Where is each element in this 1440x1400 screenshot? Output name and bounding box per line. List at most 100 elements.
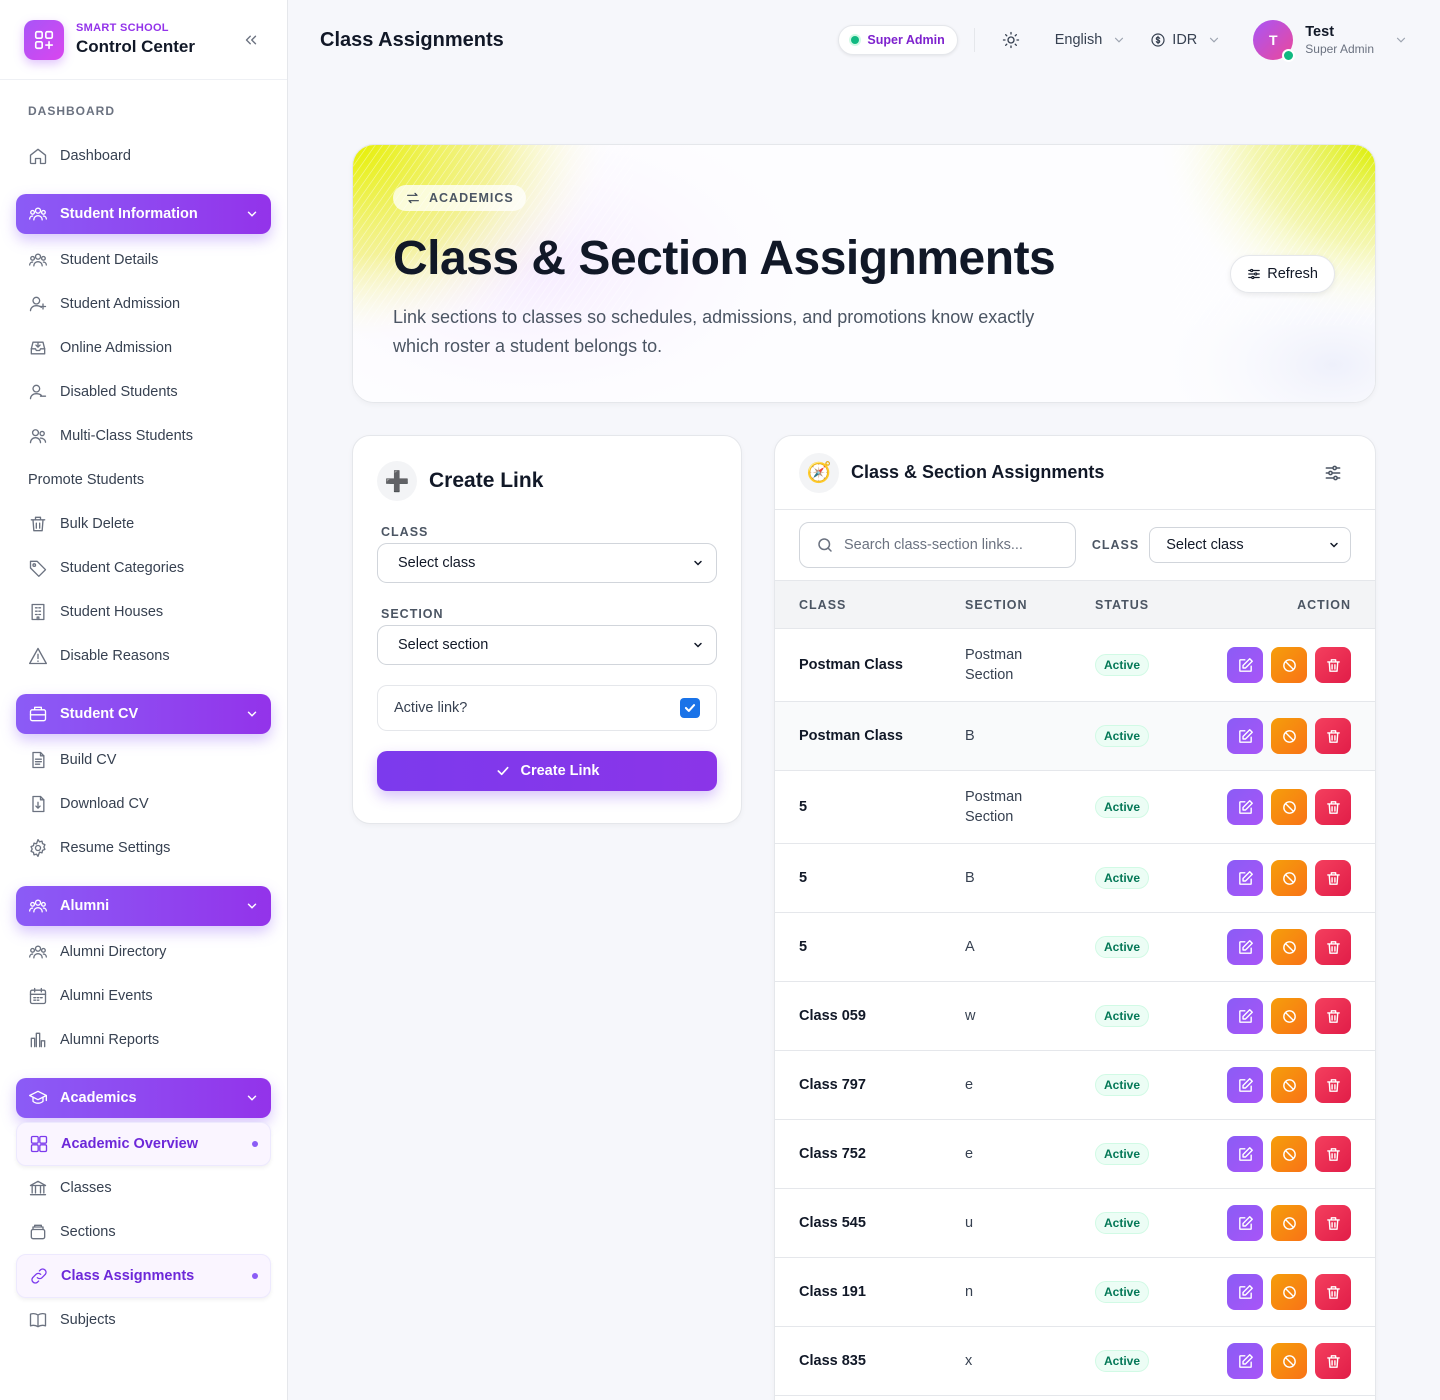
hero-title: Class & Section Assignments: [393, 232, 1056, 285]
sidebar-item-student-houses[interactable]: Student Houses: [16, 590, 271, 634]
edit-button[interactable]: [1227, 929, 1263, 965]
sidebar-item-bulk-delete[interactable]: Bulk Delete: [16, 502, 271, 546]
delete-button[interactable]: [1315, 718, 1351, 754]
sidebar-item-multi-class-students[interactable]: Multi-Class Students: [16, 414, 271, 458]
edit-button[interactable]: [1227, 1067, 1263, 1103]
edit-icon: [1238, 1215, 1253, 1230]
delete-button[interactable]: [1315, 647, 1351, 683]
user-menu[interactable]: T Test Super Admin: [1253, 20, 1408, 62]
column-header-section[interactable]: SECTION: [965, 598, 1095, 612]
sidebar-item-student-details[interactable]: Student Details: [16, 238, 271, 282]
sidebar-item-build-cv[interactable]: Build CV: [16, 738, 271, 782]
delete-button[interactable]: [1315, 860, 1351, 896]
sidebar-item-alumni-directory[interactable]: Alumni Directory: [16, 930, 271, 974]
delete-button[interactable]: [1315, 1274, 1351, 1310]
sidebar-item-online-admission[interactable]: Online Admission: [16, 326, 271, 370]
class-filter-select[interactable]: Select class: [1149, 527, 1351, 563]
table-row: Class 545 u Active: [775, 1189, 1375, 1258]
sidebar-item-label: Alumni Directory: [60, 944, 167, 960]
sidebar-group-student-information[interactable]: Student Information: [16, 194, 271, 234]
warning-icon: [29, 647, 47, 665]
sidebar-item-subjects[interactable]: Subjects: [16, 1298, 271, 1342]
sidebar-item-alumni-reports[interactable]: Alumni Reports: [16, 1018, 271, 1062]
column-header-status[interactable]: STATUS: [1095, 598, 1205, 612]
sidebar-item-dashboard[interactable]: Dashboard: [16, 134, 271, 178]
disable-button[interactable]: [1271, 1205, 1307, 1241]
filter-settings-icon[interactable]: [1323, 463, 1343, 483]
disable-button[interactable]: [1271, 1067, 1307, 1103]
sidebar-item-classes[interactable]: Classes: [16, 1166, 271, 1210]
edit-button[interactable]: [1227, 1205, 1263, 1241]
trash-icon: [1326, 940, 1340, 954]
disable-button[interactable]: [1271, 998, 1307, 1034]
sidebar-item-disabled-students[interactable]: Disabled Students: [16, 370, 271, 414]
edit-button[interactable]: [1227, 1343, 1263, 1379]
sidebar-item-promote-students[interactable]: Promote Students: [16, 458, 271, 502]
sidebar-item-class-assignments[interactable]: Class Assignments: [16, 1254, 271, 1298]
language-select[interactable]: English: [1055, 32, 1127, 48]
sidebar-item-academic-overview[interactable]: Academic Overview: [16, 1122, 271, 1166]
edit-button[interactable]: [1227, 1274, 1263, 1310]
column-header-class[interactable]: CLASS: [775, 598, 965, 612]
brand-subtitle: SMART SCHOOL: [76, 22, 169, 34]
row-status: Active: [1095, 725, 1205, 747]
delete-button[interactable]: [1315, 1067, 1351, 1103]
row-status: Active: [1095, 796, 1205, 818]
edit-button[interactable]: [1227, 647, 1263, 683]
edit-button[interactable]: [1227, 998, 1263, 1034]
currency-select[interactable]: IDR: [1150, 32, 1221, 48]
sidebar-group-alumni[interactable]: Alumni: [16, 886, 271, 926]
row-actions: [1205, 929, 1375, 965]
edit-button[interactable]: [1227, 1136, 1263, 1172]
sidebar-item-alumni-events[interactable]: Alumni Events: [16, 974, 271, 1018]
edit-button[interactable]: [1227, 860, 1263, 896]
row-actions: [1205, 647, 1375, 683]
edit-button[interactable]: [1227, 789, 1263, 825]
edit-icon: [1238, 1353, 1253, 1368]
brand-logo-icon[interactable]: [24, 19, 64, 60]
delete-button[interactable]: [1315, 929, 1351, 965]
disable-button[interactable]: [1271, 1343, 1307, 1379]
chip-label: ACADEMICS: [429, 191, 514, 205]
calendar-icon: [29, 987, 47, 1005]
sidebar-item-student-categories[interactable]: Student Categories: [16, 546, 271, 590]
delete-button[interactable]: [1315, 998, 1351, 1034]
disable-button[interactable]: [1271, 647, 1307, 683]
delete-button[interactable]: [1315, 1205, 1351, 1241]
sidebar-item-download-cv[interactable]: Download CV: [16, 782, 271, 826]
disable-button[interactable]: [1271, 789, 1307, 825]
disable-button[interactable]: [1271, 718, 1307, 754]
disable-button[interactable]: [1271, 860, 1307, 896]
row-section: x: [965, 1353, 973, 1369]
disable-button[interactable]: [1271, 1136, 1307, 1172]
edit-button[interactable]: [1227, 718, 1263, 754]
delete-button[interactable]: [1315, 789, 1351, 825]
search-input[interactable]: Search class-section links...: [799, 522, 1076, 568]
sidebar-group-academics[interactable]: Academics: [16, 1078, 271, 1118]
section-select[interactable]: Select section: [377, 625, 717, 665]
disable-button[interactable]: [1271, 929, 1307, 965]
sidebar-item-student-admission[interactable]: Student Admission: [16, 282, 271, 326]
collapse-sidebar-icon[interactable]: [239, 28, 263, 52]
trash-icon: [1326, 1009, 1340, 1023]
sidebar-item-resume-settings[interactable]: Resume Settings: [16, 826, 271, 870]
user-group-icon: [29, 429, 47, 444]
row-section: w: [965, 1008, 976, 1024]
disable-button[interactable]: [1271, 1274, 1307, 1310]
refresh-button[interactable]: Refresh: [1230, 255, 1335, 293]
create-link-button[interactable]: Create Link: [377, 751, 717, 791]
trash-icon: [1326, 729, 1340, 743]
class-select[interactable]: Select class: [377, 543, 717, 583]
online-status-dot: [1282, 49, 1296, 62]
sidebar-item-disable-reasons[interactable]: Disable Reasons: [16, 634, 271, 678]
active-link-checkbox[interactable]: [680, 698, 700, 718]
sidebar-item-sections[interactable]: Sections: [16, 1210, 271, 1254]
row-actions: [1205, 1136, 1375, 1172]
sun-icon[interactable]: [991, 20, 1031, 60]
row-section: Postman Section: [965, 647, 1023, 683]
row-section: u: [965, 1215, 974, 1231]
assignments-title: Class & Section Assignments: [851, 462, 1105, 482]
delete-button[interactable]: [1315, 1136, 1351, 1172]
delete-button[interactable]: [1315, 1343, 1351, 1379]
sidebar-group-student-cv[interactable]: Student CV: [16, 694, 271, 734]
